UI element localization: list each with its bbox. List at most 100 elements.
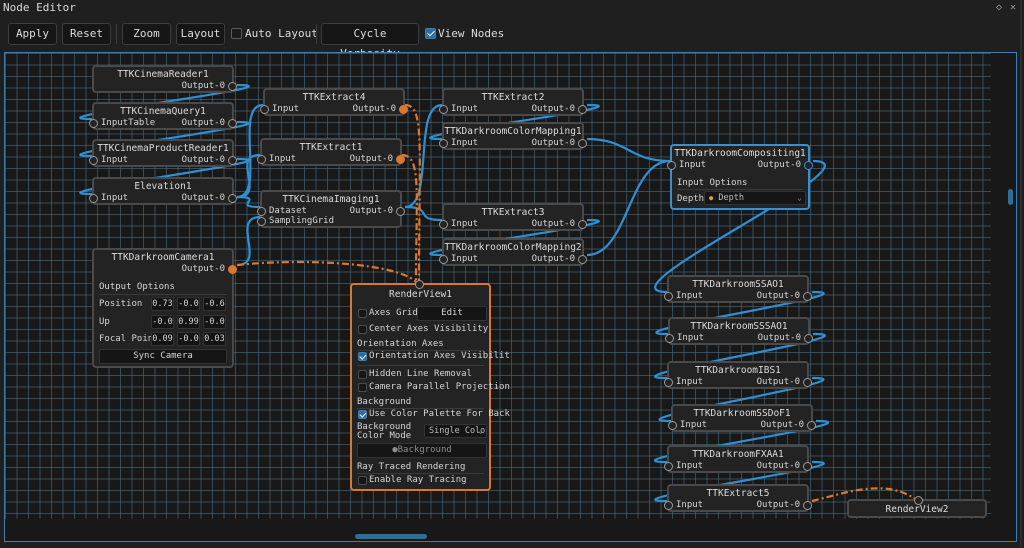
node-ttkextract1[interactable]: TTKExtract1 Input Output-0: [257, 138, 405, 166]
apply-button[interactable]: Apply: [8, 23, 57, 45]
parallel-projection-label[interactable]: Camera Parallel Projection: [369, 382, 510, 392]
input-pin[interactable]: [439, 139, 448, 148]
node-ttkdarkroomfxaa1[interactable]: TTKDarkroomFXAA1 Input Output-0: [664, 445, 812, 473]
output-pin[interactable]: [578, 255, 587, 264]
close-icon[interactable]: ✕: [1010, 2, 1016, 13]
center-axes-checkbox[interactable]: [358, 325, 367, 334]
input-pin[interactable]: [257, 155, 266, 164]
output-pin[interactable]: [399, 105, 408, 114]
parallel-projection-checkbox[interactable]: [358, 383, 367, 392]
position-y-field[interactable]: -0.0: [177, 297, 200, 311]
node-ttkdarkroomcompositing1[interactable]: TTKDarkroomCompositing1 Input Output-0 I…: [667, 144, 813, 210]
node-renderview1[interactable]: RenderView1 Axes Grid Edit Center Axes V…: [350, 280, 510, 491]
focal-z-field[interactable]: 0.03: [203, 332, 226, 346]
focal-x-field[interactable]: 0.09: [151, 332, 174, 346]
axes-grid-edit-button[interactable]: Edit: [417, 306, 487, 321]
input-pin[interactable]: [664, 462, 673, 471]
reset-button[interactable]: Reset: [62, 23, 111, 45]
depth-select[interactable]: ● Depth ⌄: [704, 191, 806, 205]
sync-camera-button[interactable]: Sync Camera: [99, 349, 227, 364]
node-ttkextract2[interactable]: TTKExtract2 Input Output-0: [439, 88, 587, 116]
output-pin[interactable]: [803, 292, 812, 301]
output-pin[interactable]: [228, 119, 237, 128]
input-pin[interactable]: [664, 292, 673, 301]
output-pin[interactable]: [578, 220, 587, 229]
input-pin[interactable]: [89, 194, 98, 203]
node-ttkcinemareader1[interactable]: TTKCinemaReader1 Output-0: [92, 65, 237, 93]
node-ttkextract5[interactable]: TTKExtract5 Input Output-0: [664, 484, 812, 512]
output-pin[interactable]: [578, 139, 587, 148]
node-ttkdarkroomibs1[interactable]: TTKDarkroomIBS1 Input Output-0: [664, 361, 812, 389]
output-pin[interactable]: [803, 462, 812, 471]
bg-color-mode-select[interactable]: Single Colo ⌄: [424, 424, 487, 438]
cycle-verbosity-button[interactable]: Cycle Verbosity: [321, 23, 419, 60]
input-pin[interactable]: [89, 119, 98, 128]
orientation-axes-checkbox[interactable]: [358, 352, 367, 361]
hidden-line-checkbox[interactable]: [358, 370, 367, 379]
up-y-field[interactable]: 0.99: [177, 315, 200, 329]
view-nodes-checkbox[interactable]: [425, 28, 436, 39]
output-pin[interactable]: [228, 82, 237, 91]
input-pin[interactable]: [667, 161, 676, 170]
node-elevation1[interactable]: Elevation1 Input Output-0: [89, 177, 237, 205]
samplinggrid-input-pin[interactable]: [257, 217, 266, 226]
focal-y-field[interactable]: -0.0: [177, 332, 200, 346]
position-z-field[interactable]: -0.6: [203, 297, 226, 311]
output-pin[interactable]: [803, 378, 812, 387]
render-input-pin[interactable]: [415, 280, 424, 289]
auto-layout-checkbox[interactable]: [231, 28, 242, 39]
node-ttkextract4[interactable]: TTKExtract4 Input Output-0: [260, 88, 408, 116]
input-pin[interactable]: [439, 255, 448, 264]
auto-layout-label[interactable]: Auto Layout: [245, 27, 318, 40]
input-pin[interactable]: [668, 421, 677, 430]
input-pin[interactable]: [439, 105, 448, 114]
output-pin[interactable]: [228, 265, 237, 274]
node-ttkdarkroomssao1[interactable]: TTKDarkroomSSAO1 Input Output-0: [664, 275, 812, 303]
hidden-line-label[interactable]: Hidden Line Removal: [369, 369, 472, 379]
output-pin[interactable]: [804, 161, 813, 170]
dataset-input-pin[interactable]: [257, 207, 266, 216]
background-color-button[interactable]: ●Background: [357, 443, 487, 458]
node-ttkextract3[interactable]: TTKExtract3 Input Output-0: [439, 203, 587, 231]
output-pin[interactable]: [228, 194, 237, 203]
view-nodes-label[interactable]: View Nodes: [438, 27, 504, 40]
axes-grid-label[interactable]: Axes Grid: [369, 308, 418, 318]
color-palette-label[interactable]: Use Color Palette For Back: [369, 409, 510, 419]
input-pin[interactable]: [664, 501, 673, 510]
output-pin[interactable]: [807, 421, 816, 430]
node-ttkdarkroomcolormapping1[interactable]: TTKDarkroomColorMapping1 Input Output-0: [439, 122, 587, 150]
layout-button[interactable]: Layout: [176, 23, 225, 45]
input-pin[interactable]: [439, 220, 448, 229]
node-ttkcinemaimaging1[interactable]: TTKCinemaImaging1 Dataset SamplingGrid O…: [257, 190, 405, 228]
output-pin[interactable]: [804, 334, 813, 343]
node-ttkcinemaquery1[interactable]: TTKCinemaQuery1 InputTable Output-0: [89, 102, 237, 130]
center-axes-label[interactable]: Center Axes Visibility: [369, 324, 488, 334]
ray-tracing-label[interactable]: Enable Ray Tracing: [369, 475, 467, 485]
zoom-button[interactable]: Zoom: [122, 23, 171, 45]
output-pin[interactable]: [803, 501, 812, 510]
up-z-field[interactable]: -0.0: [203, 315, 226, 329]
input-pin[interactable]: [89, 156, 98, 165]
color-palette-checkbox[interactable]: [358, 410, 367, 419]
position-x-field[interactable]: 0.73: [151, 297, 174, 311]
output-pin[interactable]: [228, 156, 237, 165]
output-pin[interactable]: [578, 105, 587, 114]
node-ttkcinemaproductreader1[interactable]: TTKCinemaProductReader1 Input Output-0: [89, 139, 237, 167]
node-ttkdarkroomsssao1[interactable]: TTKDarkroomSSSAO1 Input Output-0: [665, 317, 813, 345]
output-pin[interactable]: [396, 155, 405, 164]
up-x-field[interactable]: -0.0: [151, 315, 174, 329]
pin-icon[interactable]: ◇: [996, 2, 1002, 13]
ray-tracing-checkbox[interactable]: [358, 476, 367, 485]
axes-grid-checkbox[interactable]: [358, 309, 367, 318]
input-pin[interactable]: [664, 378, 673, 387]
input-pin[interactable]: [665, 334, 674, 343]
node-ttkdarkroomssdof1[interactable]: TTKDarkroomSSDoF1 Input Output-0: [668, 404, 816, 432]
data-link: [236, 195, 261, 209]
node-ttkdarkroomcolormapping2[interactable]: TTKDarkroomColorMapping2 Input Output-0: [439, 238, 587, 266]
node-renderview2[interactable]: RenderView2: [847, 496, 987, 518]
node-canvas[interactable]: TTKCinemaReader1 Output-0 TTKCinemaQuery…: [4, 52, 1017, 542]
node-ttkdarkroomcamera1[interactable]: TTKDarkroomCamera1 Output-0 Output Optio…: [92, 248, 237, 368]
output-pin[interactable]: [396, 207, 405, 216]
input-pin[interactable]: [260, 105, 269, 114]
orientation-axes-label[interactable]: Orientation Axes Visibilit: [369, 351, 510, 361]
